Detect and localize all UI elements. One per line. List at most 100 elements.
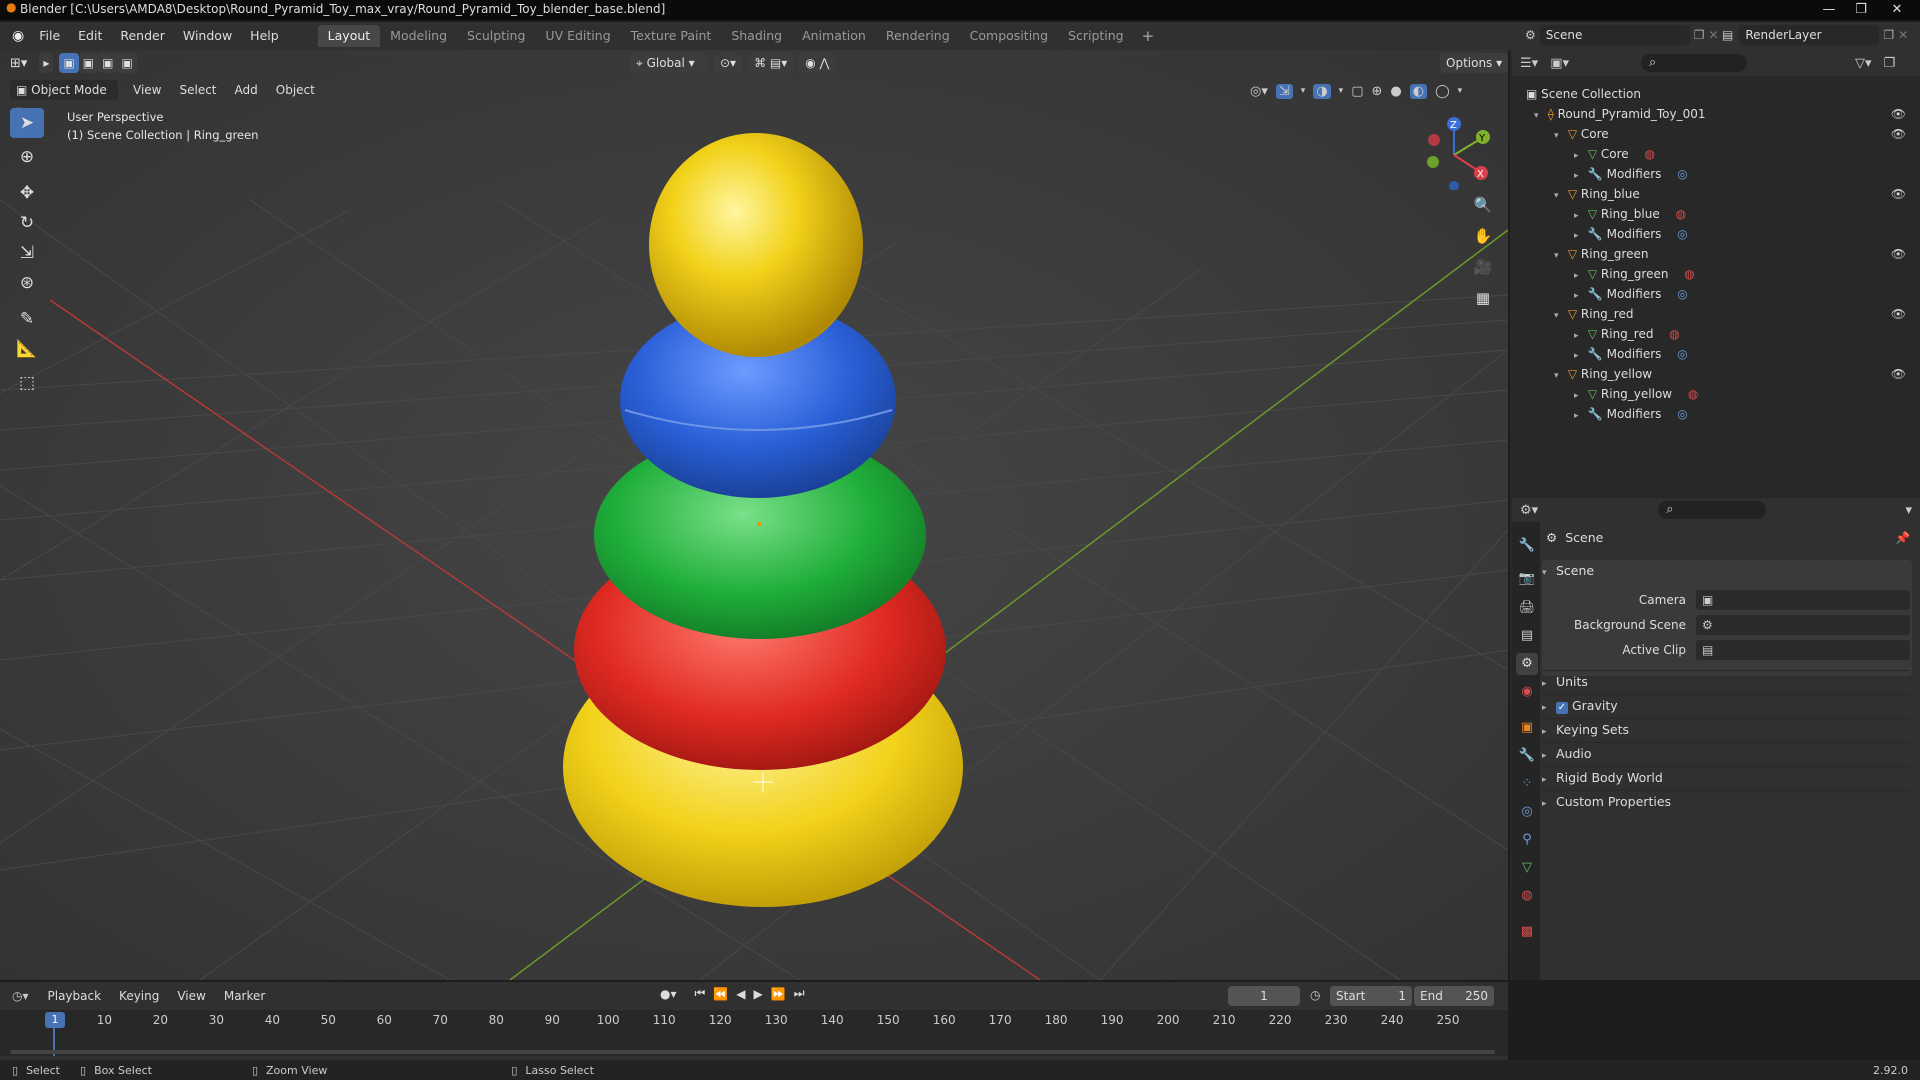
start-frame-field[interactable]: Start 1 — [1330, 986, 1412, 1006]
viewport-menu-view[interactable]: View — [124, 79, 170, 101]
measure-tool-icon[interactable]: 📐 — [10, 334, 44, 364]
navigation-gizmo[interactable]: Z Y X — [1410, 110, 1490, 190]
workspace-tab-scripting[interactable]: Scripting — [1058, 25, 1134, 47]
tool-tab-icon[interactable]: 🔧 — [1516, 535, 1538, 557]
delete-scene-icon[interactable]: ✕ — [1709, 28, 1719, 42]
gravity-checkbox[interactable]: ✓ — [1555, 702, 1568, 714]
timeline-ruler[interactable]: 1102030405060708090100110120130140150160… — [0, 1010, 1508, 1056]
workspace-tab-sculpting[interactable]: Sculpting — [457, 25, 535, 47]
end-frame-field[interactable]: End 250 — [1414, 986, 1494, 1006]
mode-dropdown[interactable]: ▣ Object Mode ▾ — [10, 80, 118, 117]
cursor-tool-icon[interactable]: ⊕ — [10, 142, 44, 172]
play-icon[interactable]: ▶ — [754, 987, 763, 1001]
pivot-dropdown[interactable]: ⊙▾ — [714, 53, 743, 73]
menu-window[interactable]: Window — [174, 25, 241, 47]
panel-gravity[interactable]: ▸ ✓ Gravity — [1542, 694, 1910, 716]
scene-section-header[interactable]: ▾ Scene — [1542, 560, 1594, 582]
tweak-tool-icon[interactable]: ▸ — [39, 53, 54, 73]
scale-tool-icon[interactable]: ⇲ — [10, 238, 44, 268]
physics-tab-icon[interactable]: ◎ — [1516, 801, 1538, 823]
outliner-row-mesh[interactable]: ▸ ▽ Ring_blue ◍ — [1574, 204, 1920, 224]
view-layer-tab-icon[interactable]: ▤ — [1516, 625, 1538, 647]
panel-rigid-body-world[interactable]: ▸ Rigid Body World — [1542, 766, 1910, 788]
current-frame-field[interactable]: 1 — [1228, 986, 1300, 1006]
proportional-edit-icon[interactable]: ◉ ⋀ — [799, 53, 836, 73]
outliner-row-scene-collection[interactable]: ▣ Scene Collection — [1526, 84, 1920, 104]
ortho-grid-icon[interactable]: ▦ — [1468, 283, 1498, 314]
outliner-row-modifiers[interactable]: ▸ 🔧 Modifiers ◎ — [1574, 404, 1920, 424]
rotate-tool-icon[interactable]: ↻ — [10, 208, 44, 238]
visibility-eye-icon[interactable]: 👁 — [1891, 104, 1906, 124]
options-dropdown[interactable]: Options ▾ — [1440, 53, 1508, 73]
material-tab-icon[interactable]: ◍ — [1516, 885, 1538, 907]
outliner-row-mesh[interactable]: ▸ ▽ Ring_yellow ◍ — [1574, 384, 1920, 404]
workspace-tab-shading[interactable]: Shading — [721, 25, 792, 47]
outliner-row-modifiers[interactable]: ▸ 🔧 Modifiers ◎ — [1574, 164, 1920, 184]
properties-editor-icon[interactable]: ⚙▾ — [1520, 503, 1538, 518]
field-background-scene[interactable]: ⚙ — [1696, 615, 1910, 635]
snap-icon[interactable]: ⌘ ▤▾ — [748, 53, 794, 73]
outliner-editor-icon[interactable]: ☰▾ — [1520, 56, 1538, 71]
outliner-row-object[interactable]: ▾ ▽ Ring_green 👁 — [1554, 244, 1920, 264]
close-button[interactable]: ✕ — [1882, 0, 1912, 20]
pin-icon[interactable]: 📌 — [1895, 531, 1910, 545]
field-active-clip[interactable]: ▤ — [1696, 640, 1910, 660]
panel-units[interactable]: ▸ Units — [1542, 670, 1910, 692]
rendered-shading-icon[interactable]: ◯ — [1435, 84, 1450, 99]
panel-audio[interactable]: ▸ Audio — [1542, 742, 1910, 764]
editor-type-icon[interactable]: ⊞▾ — [10, 56, 27, 71]
menu-file[interactable]: File — [30, 25, 69, 47]
outliner-row-object[interactable]: ▾ ▽ Ring_blue 👁 — [1554, 184, 1920, 204]
timeline-menu-marker[interactable]: Marker — [215, 985, 274, 1007]
outliner[interactable]: ☰▾ ▣▾ ⌕ ▽▾ ❐ ▣ Scene Collection ▾ ⟠ Round… — [1512, 50, 1920, 498]
filter-icon[interactable]: ▽▾ — [1855, 56, 1872, 71]
3d-viewport[interactable]: ⊞▾ ▸ ▣ ▣ ▣ ▣ ⌖ Global ▾ ⊙▾ ⌘ ▤▾ ◉ ⋀ Opti… — [0, 50, 1508, 980]
workspace-tab-texture-paint[interactable]: Texture Paint — [621, 25, 722, 47]
move-tool-icon[interactable]: ✥ — [10, 178, 44, 208]
xray-icon[interactable]: ▢ — [1351, 84, 1363, 99]
jump-end-icon[interactable]: ⏭ — [794, 986, 805, 1001]
outliner-row-mesh[interactable]: ▸ ▽ Ring_green ◍ — [1574, 264, 1920, 284]
select-intersect-icon[interactable]: ▣ — [117, 53, 137, 73]
add-workspace-icon[interactable]: + — [1142, 27, 1155, 45]
outliner-row-mesh[interactable]: ▸ ▽ Ring_red ◍ — [1574, 324, 1920, 344]
new-collection-icon[interactable]: ❐ — [1884, 56, 1896, 71]
visibility-eye-icon[interactable]: 👁 — [1891, 184, 1906, 204]
workspace-tab-layout[interactable]: Layout — [317, 25, 381, 47]
play-reverse-icon[interactable]: ◀ — [736, 987, 745, 1001]
panel-custom-properties[interactable]: ▸ Custom Properties — [1542, 790, 1910, 812]
modifier-tab-icon[interactable]: 🔧 — [1516, 745, 1538, 767]
data-tab-icon[interactable]: ▽ — [1516, 857, 1538, 879]
pan-hand-icon[interactable]: ✋ — [1468, 221, 1498, 252]
blender-menu-icon[interactable]: ◉ — [12, 28, 24, 44]
properties-search-input[interactable]: ⌕ — [1658, 501, 1767, 519]
outliner-row-object[interactable]: ▾ ▽ Ring_red 👁 — [1554, 304, 1920, 324]
wireframe-shading-icon[interactable]: ⊕ — [1371, 84, 1382, 99]
visibility-icon[interactable]: ◎▾ — [1250, 84, 1268, 99]
outliner-row-modifiers[interactable]: ▸ 🔧 Modifiers ◎ — [1574, 344, 1920, 364]
zoom-icon[interactable]: 🔍 — [1468, 190, 1498, 221]
select-extend-icon[interactable]: ▣ — [78, 53, 99, 73]
delete-view-layer-icon[interactable]: ✕ — [1898, 28, 1908, 42]
workspace-tab-modeling[interactable]: Modeling — [380, 25, 457, 47]
workspace-tab-rendering[interactable]: Rendering — [876, 25, 960, 47]
display-mode-icon[interactable]: ▣▾ — [1550, 56, 1569, 71]
new-scene-icon[interactable]: ❐ — [1694, 28, 1705, 42]
viewport-menu-add[interactable]: Add — [226, 79, 267, 101]
output-tab-icon[interactable]: 🖨 — [1516, 597, 1538, 619]
texture-tab-icon[interactable]: ▩ — [1516, 921, 1538, 943]
minimize-button[interactable]: — — [1814, 0, 1844, 20]
workspace-tab-compositing[interactable]: Compositing — [960, 25, 1058, 47]
gizmo-toggle-icon[interactable]: ⇲ — [1275, 83, 1293, 99]
panel-keying-sets[interactable]: ▸ Keying Sets — [1542, 718, 1910, 740]
select-subtract-icon[interactable]: ▣ — [98, 53, 118, 73]
menu-edit[interactable]: Edit — [69, 25, 111, 47]
timeline[interactable]: ◷▾ Playback Keying View Marker ●▾ ⏮ ⏪ ◀ ▶ ⏩… — [0, 982, 1508, 1060]
orientation-dropdown[interactable]: ⌖ Global ▾ — [630, 53, 708, 73]
select-new-icon[interactable]: ▣ — [59, 53, 79, 73]
timeline-scrollbar[interactable] — [10, 1050, 1495, 1054]
timeline-editor-icon[interactable]: ◷▾ — [12, 989, 29, 1003]
menu-help[interactable]: Help — [241, 25, 288, 47]
use-preview-range-icon[interactable]: ◷ — [1310, 988, 1320, 1002]
particles-tab-icon[interactable]: ⁘ — [1516, 773, 1538, 795]
